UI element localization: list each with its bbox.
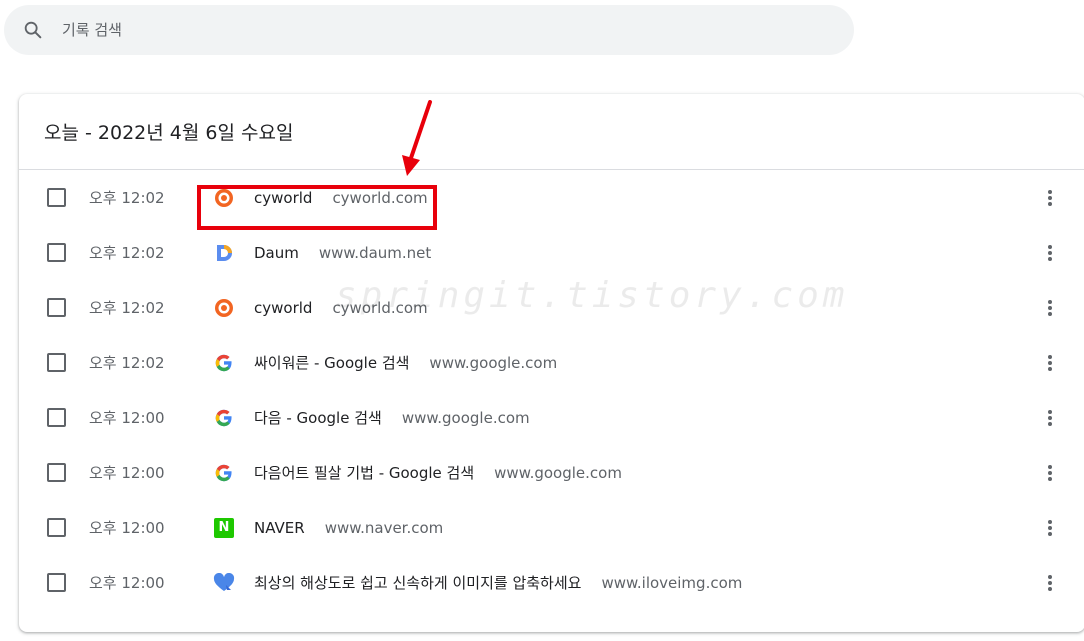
daum-icon: [213, 242, 235, 264]
more-options-button[interactable]: [1043, 353, 1057, 373]
history-row[interactable]: 오후 12:00 최상의 해상도로 쉽고 신속하게 이미지를 압축하세요 www…: [19, 555, 1084, 610]
section-title: 오늘 - 2022년 4월 6일 수요일: [19, 94, 1084, 170]
site-domain: www.daum.net: [318, 243, 432, 262]
kebab-dot-icon: [1048, 574, 1052, 579]
more-options-button[interactable]: [1043, 573, 1057, 593]
iloveimg-icon: [213, 572, 235, 594]
site-title-link[interactable]: cyworld: [254, 189, 312, 207]
row-checkbox[interactable]: [47, 518, 66, 537]
kebab-dot-icon: [1048, 189, 1052, 194]
search-input[interactable]: [62, 21, 854, 39]
visit-time: 오후 12:02: [89, 189, 165, 207]
visit-time: 오후 12:00: [89, 574, 165, 592]
visit-time: 오후 12:02: [89, 244, 165, 262]
search-bar[interactable]: [4, 5, 854, 55]
kebab-dot-icon: [1048, 366, 1052, 371]
naver-logo: N: [214, 517, 234, 538]
kebab-dot-icon: [1048, 415, 1052, 420]
site-title-link[interactable]: cyworld: [254, 299, 312, 317]
row-checkbox[interactable]: [47, 408, 66, 427]
site-domain: www.naver.com: [324, 518, 444, 537]
kebab-dot-icon: [1048, 531, 1052, 536]
visit-time: 오후 12:00: [89, 464, 165, 482]
row-checkbox[interactable]: [47, 573, 66, 592]
row-checkbox[interactable]: [47, 353, 66, 372]
kebab-dot-icon: [1048, 476, 1052, 481]
row-checkbox[interactable]: [47, 463, 66, 482]
google-icon: [213, 462, 235, 484]
naver-icon: N: [213, 517, 235, 539]
kebab-dot-icon: [1048, 195, 1052, 200]
site-domain: www.iloveimg.com: [601, 573, 743, 592]
visit-time: 오후 12:02: [89, 299, 165, 317]
kebab-dot-icon: [1048, 470, 1052, 475]
more-options-button[interactable]: [1043, 408, 1057, 428]
cyworld-icon: [213, 187, 235, 209]
history-row[interactable]: 오후 12:02 싸이워른 - Google 검색 www.google.com: [19, 335, 1084, 390]
site-domain: www.google.com: [401, 408, 530, 427]
row-checkbox[interactable]: [47, 298, 66, 317]
more-options-button[interactable]: [1043, 188, 1057, 208]
site-title-link[interactable]: 싸이워른 - Google 검색: [254, 352, 409, 373]
kebab-dot-icon: [1048, 525, 1052, 530]
kebab-dot-icon: [1048, 311, 1052, 316]
site-title-link[interactable]: Daum: [254, 244, 299, 262]
kebab-dot-icon: [1048, 256, 1052, 261]
google-icon: [213, 352, 235, 374]
site-title-link[interactable]: 다음어트 필살 기법 - Google 검색: [254, 462, 474, 483]
site-domain: www.google.com: [494, 463, 622, 482]
history-row[interactable]: 오후 12:02 cyworld cyworld.com: [19, 280, 1084, 335]
visit-time: 오후 12:00: [89, 409, 165, 427]
history-row[interactable]: 오후 12:00 다음어트 필살 기법 - Google 검색 www.goog…: [19, 445, 1084, 500]
site-title-link[interactable]: 최상의 해상도로 쉽고 신속하게 이미지를 압축하세요: [254, 572, 581, 593]
history-card: 오늘 - 2022년 4월 6일 수요일 오후 12:02 cyworld cy…: [19, 94, 1084, 632]
site-domain: www.google.com: [429, 353, 558, 372]
more-options-button[interactable]: [1043, 518, 1057, 538]
visit-time: 오후 12:02: [89, 354, 165, 372]
more-options-button[interactable]: [1043, 463, 1057, 483]
visit-time: 오후 12:00: [89, 519, 165, 537]
search-icon[interactable]: [22, 19, 44, 41]
cyworld-icon: [213, 297, 235, 319]
kebab-dot-icon: [1048, 586, 1052, 591]
kebab-dot-icon: [1048, 580, 1052, 585]
more-options-button[interactable]: [1043, 243, 1057, 263]
site-domain: cyworld.com: [332, 298, 428, 317]
history-row[interactable]: 오후 12:00 다음 - Google 검색 www.google.com: [19, 390, 1084, 445]
kebab-dot-icon: [1048, 409, 1052, 414]
kebab-dot-icon: [1048, 464, 1052, 469]
kebab-dot-icon: [1048, 421, 1052, 426]
more-options-button[interactable]: [1043, 298, 1057, 318]
kebab-dot-icon: [1048, 519, 1052, 524]
site-title-link[interactable]: 다음 - Google 검색: [254, 407, 382, 428]
kebab-dot-icon: [1048, 305, 1052, 310]
site-domain: cyworld.com: [332, 188, 428, 207]
row-checkbox[interactable]: [47, 243, 66, 262]
kebab-dot-icon: [1048, 201, 1052, 206]
kebab-dot-icon: [1048, 244, 1052, 249]
history-row[interactable]: 오후 12:00 N NAVER www.naver.com: [19, 500, 1084, 555]
kebab-dot-icon: [1048, 250, 1052, 255]
google-icon: [213, 407, 235, 429]
site-title-link[interactable]: NAVER: [254, 519, 305, 537]
kebab-dot-icon: [1048, 299, 1052, 304]
row-checkbox[interactable]: [47, 188, 66, 207]
history-row[interactable]: 오후 12:02 cyworld cyworld.com: [19, 170, 1084, 225]
kebab-dot-icon: [1048, 354, 1052, 359]
kebab-dot-icon: [1048, 360, 1052, 365]
history-row[interactable]: 오후 12:02 Daum www.daum.net: [19, 225, 1084, 280]
